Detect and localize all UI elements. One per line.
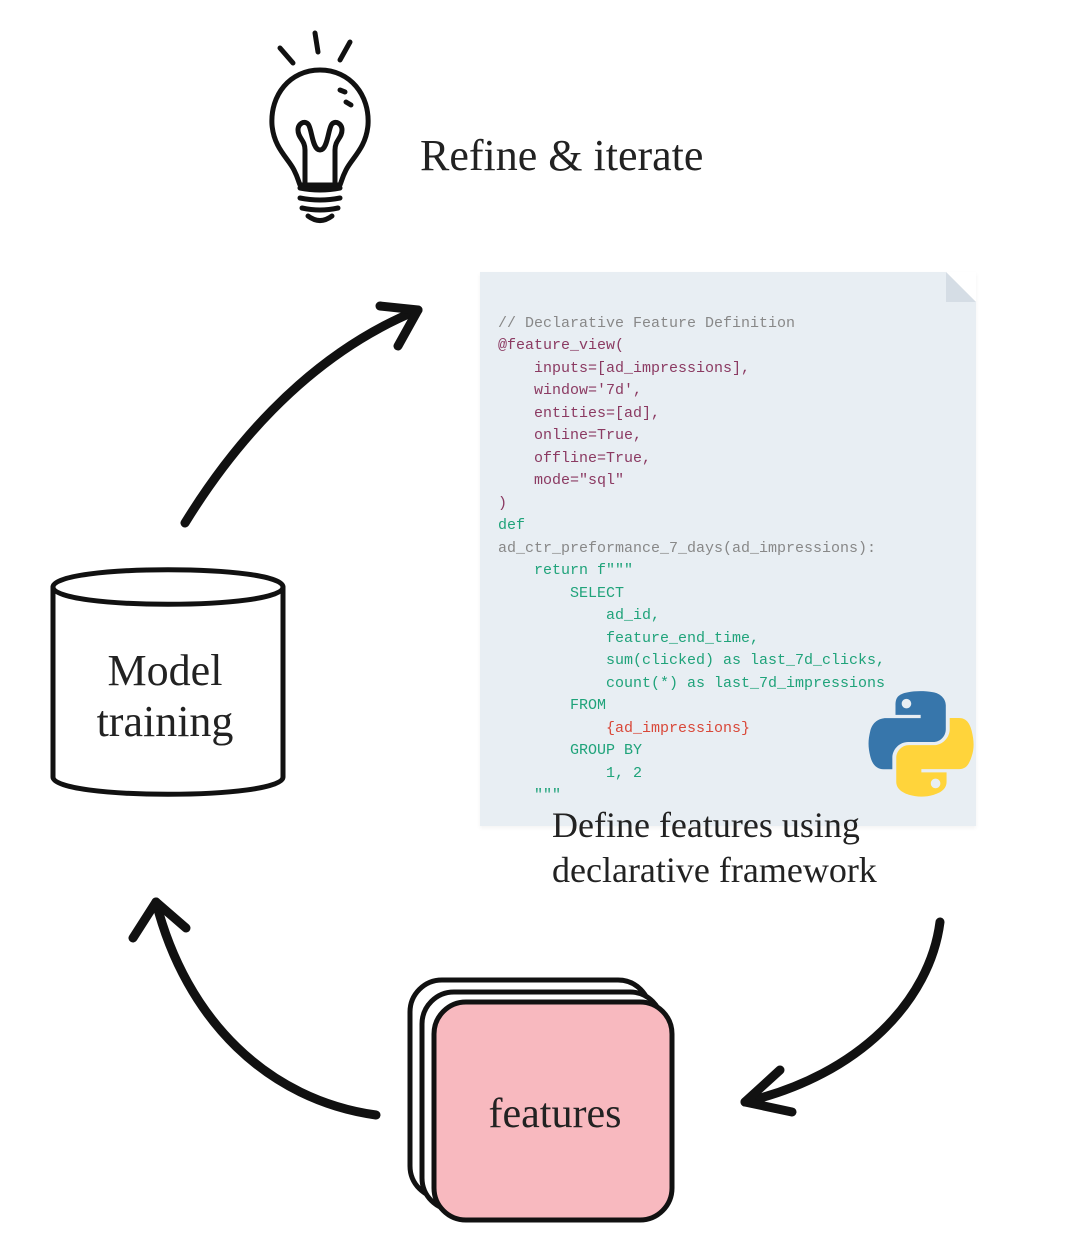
features-label: features <box>455 1090 655 1138</box>
lightbulb-icon <box>260 30 390 230</box>
code-count: count(*) as last_7d_impressions <box>498 675 885 692</box>
arrow-features-to-training <box>108 860 398 1140</box>
code-arg-online: online=True, <box>498 427 642 444</box>
code-interp: {ad_impressions} <box>498 720 750 737</box>
code-select: SELECT <box>498 585 624 602</box>
model-training-label: Model training <box>70 645 260 747</box>
code-comment: // Declarative Feature Definition <box>498 315 795 332</box>
arrow-define-to-features <box>700 910 960 1130</box>
code-groupby: GROUP BY <box>498 742 642 759</box>
code-from: FROM <box>498 697 606 714</box>
code-arg-window: window='7d', <box>498 382 642 399</box>
define-line1: Define features using <box>552 805 860 845</box>
model-line: Model <box>108 646 223 695</box>
code-sum: sum(clicked) as last_7d_clicks, <box>498 652 885 669</box>
python-logo-icon <box>868 690 973 795</box>
code-adid: ad_id, <box>498 607 660 624</box>
code-feat-end: feature_end_time, <box>498 630 759 647</box>
code-def: def <box>498 517 525 534</box>
code-decorator-close: ) <box>498 495 507 512</box>
code-return: return <box>498 562 597 579</box>
code-fstr-open: f""" <box>597 562 633 579</box>
code-arg-inputs: inputs=[ad_impressions], <box>498 360 750 377</box>
refine-iterate-label: Refine & iterate <box>420 130 703 181</box>
arrow-training-to-refine <box>170 288 460 538</box>
code-arg-offline: offline=True, <box>498 450 651 467</box>
code-12: 1, 2 <box>498 765 642 782</box>
code-arg-entities: entities=[ad], <box>498 405 660 422</box>
code-arg-mode: mode="sql" <box>498 472 624 489</box>
define-features-label: Define features using declarative framew… <box>552 803 877 893</box>
code-fstr-close: """ <box>498 787 561 804</box>
training-line: training <box>97 697 234 746</box>
code-decorator-open: @feature_view( <box>498 337 624 354</box>
code-func-sig: ad_ctr_preformance_7_days(ad_impressions… <box>498 540 876 557</box>
define-line2: declarative framework <box>552 850 877 890</box>
